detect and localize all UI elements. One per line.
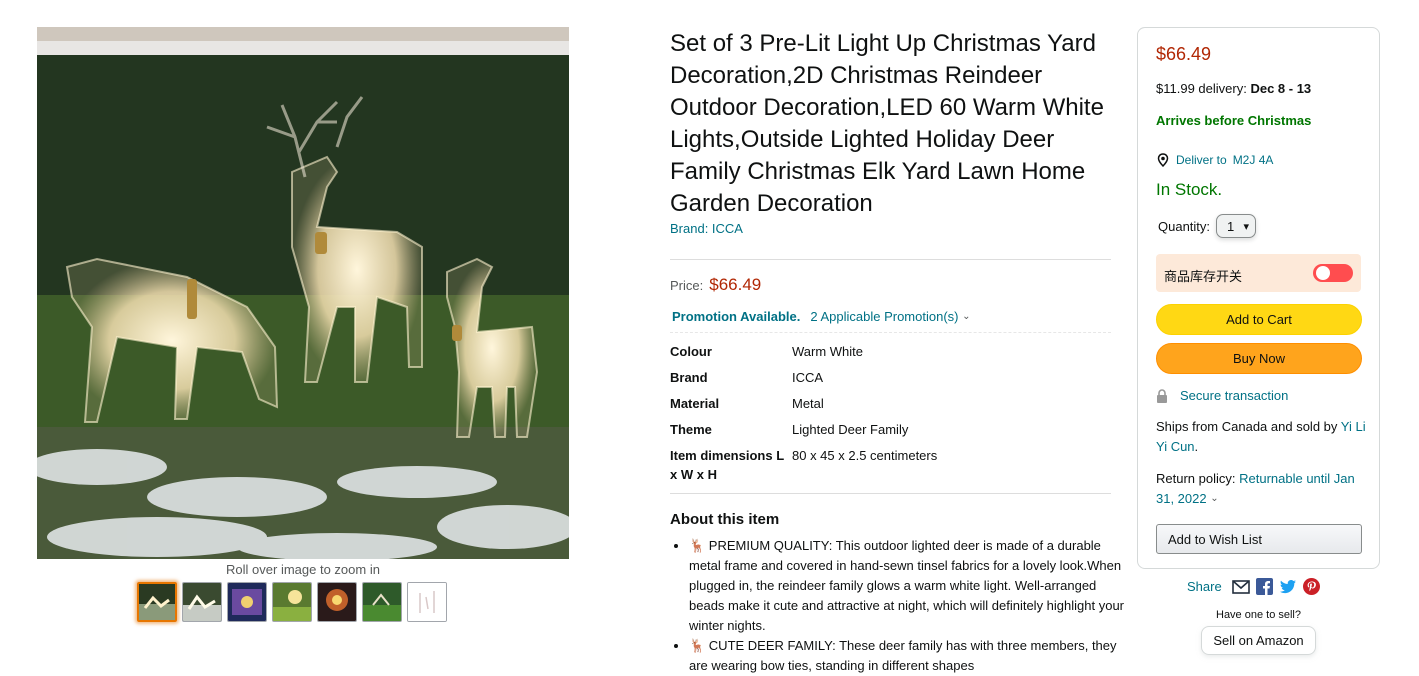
quantity-value: 1 bbox=[1227, 218, 1235, 234]
seller-suffix: . bbox=[1194, 439, 1199, 454]
return-policy: Return policy: Returnable until Jan 31, … bbox=[1156, 469, 1366, 511]
lock-icon bbox=[1157, 388, 1167, 403]
buy-now-button[interactable]: Buy Now bbox=[1156, 343, 1362, 374]
add-to-wish-list-button[interactable]: Add to Wish List bbox=[1156, 524, 1362, 554]
spec-row: Theme Lighted Deer Family bbox=[670, 420, 937, 446]
price-label: Price: bbox=[670, 278, 704, 293]
stock-toggle-label: 商品库存开关 bbox=[1164, 269, 1243, 284]
about-item: 🦌 CUTE DEER FAMILY: These deer family ha… bbox=[689, 636, 1131, 676]
product-title: Set of 3 Pre-Lit Light Up Christmas Yard… bbox=[670, 30, 1104, 217]
divider bbox=[670, 493, 1111, 494]
spec-value: Metal bbox=[792, 396, 824, 411]
share-row: Share bbox=[1187, 578, 1320, 595]
chevron-down-icon: ⌄ bbox=[1210, 493, 1219, 504]
add-to-cart-button[interactable]: Add to Cart bbox=[1156, 304, 1362, 335]
about-list: 🦌 PREMIUM QUALITY: This outdoor lighted … bbox=[670, 536, 1131, 676]
thumbnail-2[interactable] bbox=[182, 582, 222, 622]
pinterest-icon[interactable] bbox=[1302, 578, 1320, 595]
secure-transaction-link[interactable]: Secure transaction bbox=[1156, 388, 1288, 403]
stock-toggle[interactable] bbox=[1313, 264, 1353, 282]
spec-key: Theme bbox=[670, 422, 712, 437]
promotion-count: 2 Applicable Promotion(s) bbox=[810, 309, 959, 324]
main-product-image[interactable] bbox=[37, 27, 569, 559]
quantity-label: Quantity: bbox=[1158, 218, 1211, 234]
deliver-to-link[interactable]: Deliver to M2J 4A bbox=[1156, 153, 1273, 167]
chevron-down-icon: ⌄ bbox=[962, 311, 971, 322]
stock-status: In Stock. bbox=[1156, 180, 1223, 199]
spec-key: Item dimensions L x W x H bbox=[670, 448, 784, 482]
buybox-price: $66.49 bbox=[1156, 44, 1212, 64]
deliver-to-code: M2J 4A bbox=[1232, 153, 1274, 167]
deliver-to-label: Deliver to bbox=[1176, 153, 1227, 167]
spec-row: Brand ICCA bbox=[670, 368, 937, 394]
about-heading: About this item bbox=[670, 511, 780, 528]
quantity-select[interactable]: 1 ▾ bbox=[1216, 214, 1257, 238]
arrives-note: Arrives before Christmas bbox=[1156, 113, 1312, 128]
return-label: Return policy: bbox=[1156, 471, 1236, 486]
spec-row: Material Metal bbox=[670, 394, 937, 420]
spec-key: Brand bbox=[670, 370, 708, 385]
quantity-row: Quantity: 1 ▾ bbox=[1158, 214, 1257, 238]
chevron-down-icon: ▾ bbox=[1243, 220, 1250, 233]
spec-value: ICCA bbox=[792, 370, 824, 385]
product-specs-table: Colour Warm White Brand ICCA Material Me… bbox=[670, 342, 937, 491]
divider bbox=[670, 259, 1111, 260]
twitter-icon[interactable] bbox=[1279, 579, 1297, 595]
spec-row: Colour Warm White bbox=[670, 342, 937, 368]
email-icon[interactable] bbox=[1231, 579, 1250, 594]
thumbnail-3[interactable] bbox=[227, 582, 267, 622]
spec-value: Warm White bbox=[792, 344, 864, 359]
have-one-to-sell: Have one to sell? bbox=[1216, 609, 1301, 621]
promotion-row: Promotion Available. 2 Applicable Promoti… bbox=[672, 309, 971, 324]
buy-box: $66.49 $11.99 delivery: Dec 8 - 13 Arriv… bbox=[1137, 27, 1380, 569]
promotion-link[interactable]: 2 Applicable Promotion(s) ⌄ bbox=[810, 309, 970, 324]
delivery-info: $11.99 delivery: Dec 8 - 13 bbox=[1156, 81, 1311, 96]
spec-value: Lighted Deer Family bbox=[792, 422, 909, 437]
facebook-icon[interactable] bbox=[1255, 578, 1273, 595]
sell-on-amazon-button[interactable]: Sell on Amazon bbox=[1201, 626, 1316, 655]
price-value: $66.49 bbox=[709, 275, 762, 294]
spec-value: 80 x 45 x 2.5 centimeters bbox=[792, 448, 938, 463]
price-row: Price: $66.49 bbox=[670, 275, 761, 295]
delivery-dates: Dec 8 - 13 bbox=[1250, 81, 1312, 96]
thumbnail-1[interactable] bbox=[137, 582, 177, 622]
location-pin-icon bbox=[1157, 153, 1169, 167]
divider bbox=[670, 332, 1111, 333]
ships-text: Ships from Canada and sold by bbox=[1156, 419, 1338, 434]
thumbnail-strip bbox=[137, 582, 447, 622]
about-item: 🦌 PREMIUM QUALITY: This outdoor lighted … bbox=[689, 536, 1131, 636]
stock-toggle-row: 商品库存开关 bbox=[1156, 254, 1361, 292]
share-label[interactable]: Share bbox=[1187, 579, 1222, 594]
brand-link[interactable]: Brand: ICCA bbox=[670, 221, 743, 236]
ships-from: Ships from Canada and sold by Yi Li Yi C… bbox=[1156, 417, 1366, 457]
thumbnail-4[interactable] bbox=[272, 582, 312, 622]
delivery-prefix: $11.99 delivery: bbox=[1156, 81, 1247, 96]
spec-key: Colour bbox=[670, 344, 712, 359]
promotion-label: Promotion Available. bbox=[672, 309, 801, 324]
thumbnail-7[interactable] bbox=[407, 582, 447, 622]
toggle-knob bbox=[1316, 266, 1330, 280]
spec-key: Material bbox=[670, 396, 720, 411]
thumbnail-6[interactable] bbox=[362, 582, 402, 622]
secure-label: Secure transaction bbox=[1180, 388, 1289, 403]
thumbnail-5[interactable] bbox=[317, 582, 357, 622]
spec-row: Item dimensions L x W x H 80 x 45 x 2.5 … bbox=[670, 446, 937, 491]
zoom-hint: Roll over image to zoom in bbox=[226, 562, 380, 577]
